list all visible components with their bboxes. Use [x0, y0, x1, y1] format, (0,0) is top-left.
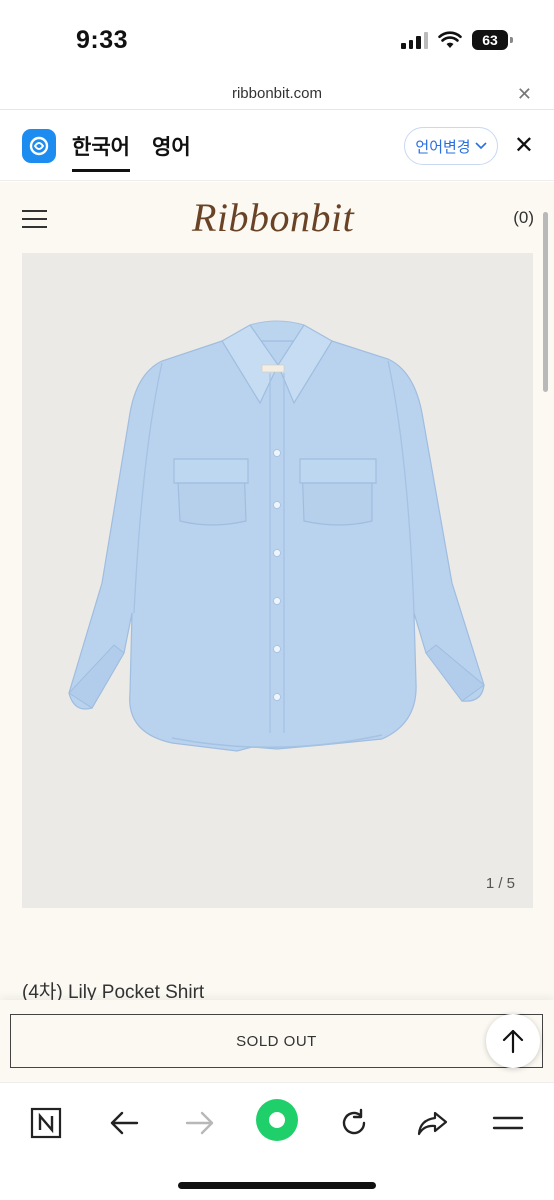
scroll-top-button[interactable] — [486, 1014, 540, 1068]
status-time: 9:33 — [76, 26, 129, 54]
arrow-up-icon — [502, 1029, 524, 1054]
url-bar[interactable]: ribbonbit.com ✕ — [0, 80, 554, 110]
tab-korean[interactable]: 한국어 — [72, 131, 130, 172]
back-icon[interactable] — [102, 1101, 146, 1145]
product-name: (4차) Lily Pocket Shirt — [22, 982, 205, 1000]
status-icons: 63 — [401, 30, 513, 50]
green-dot-icon[interactable] — [252, 1095, 302, 1145]
close-icon[interactable]: ✕ — [514, 131, 534, 160]
hamburger-menu-icon[interactable] — [22, 210, 47, 228]
scrollbar[interactable] — [543, 212, 548, 392]
forward-icon[interactable] — [178, 1101, 222, 1145]
url-text[interactable]: ribbonbit.com — [0, 85, 554, 102]
battery-icon: 63 — [472, 30, 513, 50]
shirt-image — [68, 320, 485, 752]
change-language-label: 언어변경 — [415, 138, 471, 156]
status-bar: 9:33 63 — [0, 0, 554, 80]
wifi-icon — [438, 31, 462, 48]
papago-icon — [22, 129, 56, 163]
naver-home-icon[interactable] — [24, 1101, 68, 1145]
change-language-button[interactable]: 언어변경 — [404, 127, 498, 165]
chevron-down-icon — [475, 142, 487, 150]
menu-icon[interactable] — [486, 1101, 530, 1145]
product-image[interactable]: 1 / 5 — [22, 253, 533, 908]
image-counter: 1 / 5 — [485, 875, 515, 892]
translate-bar: 한국어 영어 언어변경 ✕ — [0, 111, 554, 181]
share-icon[interactable] — [410, 1101, 454, 1145]
close-icon[interactable]: ✕ — [517, 84, 532, 105]
site-logo[interactable]: Ribbonbit — [192, 194, 354, 241]
signal-icon — [401, 31, 428, 49]
site-content: Ribbonbit (0) 1 / 5 (4차) Lily Pocket Shi… — [0, 182, 554, 1000]
home-indicator — [178, 1182, 376, 1189]
battery-level: 63 — [482, 32, 498, 48]
sold-out-button[interactable]: SOLD OUT — [10, 1014, 543, 1068]
reload-icon[interactable] — [332, 1101, 376, 1145]
action-bar: SOLD OUT — [0, 1000, 554, 1082]
tab-english[interactable]: 영어 — [152, 131, 191, 169]
cart-count[interactable]: (0) — [513, 208, 534, 228]
